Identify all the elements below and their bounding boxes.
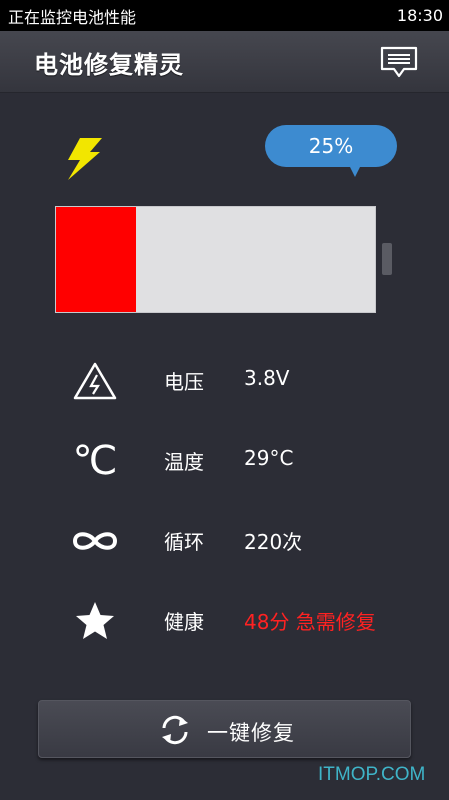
stat-row-temperature: ℃ 温度 29°C xyxy=(0,435,449,485)
stat-row-cycles: 循环 220次 xyxy=(0,515,449,565)
celsius-icon: ℃ xyxy=(72,438,118,484)
site-watermark: ITMOP.COM xyxy=(318,764,426,785)
bubble-tail xyxy=(348,163,362,177)
one-click-repair-button[interactable]: 一键修复 xyxy=(38,700,411,758)
repair-button-label: 一键修复 xyxy=(207,721,295,745)
app-title: 电池修复精灵 xyxy=(34,51,184,79)
stat-label-health: 健康 xyxy=(164,610,204,634)
refresh-icon xyxy=(158,713,192,747)
stat-label-voltage: 电压 xyxy=(164,370,204,394)
star-icon xyxy=(70,600,120,642)
stat-row-health: 健康 48分 急需修复 xyxy=(0,595,449,645)
battery-level-fill xyxy=(56,207,136,312)
stat-value-temperature: 29°C xyxy=(244,446,294,470)
battery-percent-label: 25% xyxy=(265,125,397,167)
battery-percent-bubble: 25% xyxy=(265,125,397,180)
stat-label-temperature: 温度 xyxy=(164,450,204,474)
stat-value-health: 48分 急需修复 xyxy=(244,610,376,634)
status-time: 18:30 xyxy=(396,6,443,25)
battery-gauge xyxy=(55,206,376,313)
status-bar: 正在监控电池性能 18:30 xyxy=(0,0,449,31)
message-icon[interactable] xyxy=(379,45,419,79)
stat-value-cycles: 220次 xyxy=(244,530,303,554)
status-notification: 正在监控电池性能 xyxy=(8,7,137,27)
lightning-bolt-icon xyxy=(62,136,108,182)
infinity-icon xyxy=(70,520,120,562)
stat-label-cycles: 循环 xyxy=(164,530,204,554)
stat-value-voltage: 3.8V xyxy=(244,366,290,390)
battery-terminal xyxy=(382,243,392,275)
high-voltage-icon xyxy=(70,360,120,402)
stat-row-voltage: 电压 3.8V xyxy=(0,355,449,405)
app-header: 电池修复精灵 xyxy=(0,31,449,93)
